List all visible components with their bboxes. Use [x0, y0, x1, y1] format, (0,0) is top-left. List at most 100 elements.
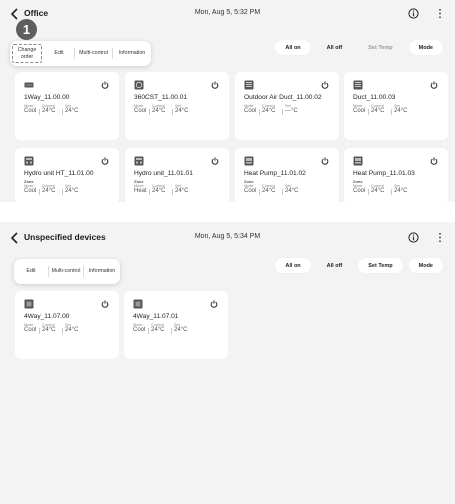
set-temp-value: 24°C: [175, 188, 189, 194]
power-icon[interactable]: [101, 157, 109, 165]
power-icon[interactable]: [101, 300, 109, 308]
device-card[interactable]: 4Way_11.07.01 Mode Current Set Cool 24°C…: [124, 291, 228, 359]
device-card[interactable]: Outdoor Air Duct_11.00.02 Mode Current S…: [235, 72, 339, 140]
menu-information[interactable]: Information: [84, 259, 120, 284]
set-temp-button[interactable]: Set Temp: [358, 258, 403, 273]
device-name: Hydro unit HT_11.01.00: [24, 170, 94, 177]
menu-multi-control[interactable]: Multi-control: [49, 259, 83, 284]
value-divider: [39, 328, 40, 334]
value-divider: [391, 109, 392, 115]
device-name: Heat Pump_11.01.03: [353, 170, 415, 177]
menu-edit[interactable]: Edit: [44, 41, 74, 66]
more-options-icon[interactable]: [437, 8, 443, 19]
value-divider: [62, 189, 63, 195]
device-card[interactable]: Hydro unit HT_11.01.00 Zone Mode Current…: [15, 148, 119, 202]
set-temp-value: 24°C: [285, 188, 299, 194]
heat-pump-icon: [353, 156, 363, 166]
current-temp-value: 24°C: [151, 327, 165, 333]
info-icon[interactable]: [408, 8, 419, 19]
power-icon[interactable]: [101, 81, 109, 89]
value-divider: [282, 189, 283, 195]
value-divider: [172, 189, 173, 195]
value-divider: [149, 189, 150, 195]
device-name: Hydro unit_11.01.01: [134, 170, 193, 177]
mode-value: Cool: [244, 108, 257, 114]
all-off-button[interactable]: All off: [317, 258, 353, 273]
device-card[interactable]: Heat Pump_11.01.02 Zone Mode Current Set…: [235, 148, 339, 202]
device-name: 1Way_11.00.00: [24, 94, 70, 101]
mode-value: Cool: [24, 188, 37, 194]
power-icon[interactable]: [321, 157, 329, 165]
step-number-badge: 1: [16, 19, 37, 40]
device-name: 4Way_11.07.01: [133, 313, 179, 320]
value-divider: [282, 109, 283, 115]
all-off-button[interactable]: All off: [317, 40, 353, 55]
value-divider: [62, 328, 63, 334]
context-menu: Change order Edit Multi-control Informat…: [10, 41, 151, 66]
info-icon[interactable]: [408, 232, 419, 243]
all-on-button[interactable]: All on: [275, 258, 311, 273]
power-icon[interactable]: [211, 81, 219, 89]
menu-change-order[interactable]: Change order: [12, 44, 42, 63]
set-temp-value: ---°C: [285, 108, 298, 114]
mode-value: Cool: [353, 188, 366, 194]
all-on-button[interactable]: All on: [275, 40, 311, 55]
mode-value: Heat: [134, 188, 147, 194]
value-divider: [368, 189, 369, 195]
power-icon[interactable]: [211, 157, 219, 165]
hydro-unit-icon: [134, 156, 144, 166]
device-card[interactable]: Heat Pump_11.01.03 Zone Mode Current Set…: [344, 148, 448, 202]
device-name: Heat Pump_11.01.02: [244, 170, 306, 177]
value-divider: [62, 109, 63, 115]
set-temp-value: 24°C: [394, 188, 408, 194]
power-icon[interactable]: [210, 300, 218, 308]
value-divider: [39, 189, 40, 195]
device-name: Duct_11.00.03: [353, 94, 396, 101]
value-divider: [259, 189, 260, 195]
datetime: Mon, Aug 5, 5:34 PM: [194, 233, 261, 240]
header: Unspecified devices Mon, Aug 5, 5:34 PM: [0, 230, 455, 248]
device-card[interactable]: Duct_11.00.03 Mode Current Set Cool 24°C…: [344, 72, 448, 140]
power-icon[interactable]: [430, 157, 438, 165]
mode-value: Cool: [24, 108, 37, 114]
mode-value: Cool: [133, 327, 146, 333]
mode-value: Cool: [134, 108, 147, 114]
mode-value: Cool: [353, 108, 366, 114]
current-temp-value: 24°C: [42, 108, 56, 114]
group-actions: All on All off Set Temp Mode: [275, 40, 443, 55]
datetime: Mon, Aug 5, 5:32 PM: [194, 9, 261, 16]
group-actions: All on All off Set Temp Mode: [275, 258, 443, 273]
heat-pump-icon: [244, 156, 254, 166]
device-card[interactable]: 1Way_11.00.00 Mode Current Set Cool 24°C…: [15, 72, 119, 140]
value-divider: [259, 109, 260, 115]
more-options-icon[interactable]: [437, 232, 443, 243]
power-icon[interactable]: [321, 81, 329, 89]
set-temp-value: 24°C: [175, 108, 189, 114]
mode-button[interactable]: Mode: [408, 40, 443, 55]
menu-edit[interactable]: Edit: [14, 259, 48, 284]
current-temp-value: 24°C: [262, 188, 276, 194]
set-temp-value: 24°C: [394, 108, 408, 114]
current-temp-value: 24°C: [42, 188, 56, 194]
device-card[interactable]: 4Way_11.07.00 Mode Current Set Cool 24°C…: [15, 291, 119, 359]
set-temp-value: 24°C: [65, 327, 79, 333]
current-temp-value: 24°C: [152, 188, 166, 194]
device-name: 4Way_11.07.00: [24, 313, 70, 320]
set-temp-value: 24°C: [174, 327, 188, 333]
device-card[interactable]: Hydro unit_11.01.01 Zone Mode Current Se…: [125, 148, 229, 202]
unspecified-devices-screen: Unspecified devices Mon, Aug 5, 5:34 PM …: [0, 222, 455, 504]
value-divider: [149, 109, 150, 115]
menu-multi-control[interactable]: Multi-control: [75, 41, 112, 66]
menu-information[interactable]: Information: [113, 41, 151, 66]
value-divider: [368, 109, 369, 115]
set-temp-value: 24°C: [65, 108, 79, 114]
value-divider: [171, 328, 172, 334]
mode-button[interactable]: Mode: [408, 258, 443, 273]
set-temp-button[interactable]: Set Temp: [358, 40, 402, 55]
current-temp-value: 24°C: [152, 108, 166, 114]
value-divider: [391, 189, 392, 195]
cassette-360-icon: [134, 80, 144, 90]
device-card[interactable]: 360CST_11.00.01 Mode Current Set Cool 24…: [125, 72, 229, 140]
current-temp-value: 24°C: [371, 108, 385, 114]
power-icon[interactable]: [430, 81, 438, 89]
